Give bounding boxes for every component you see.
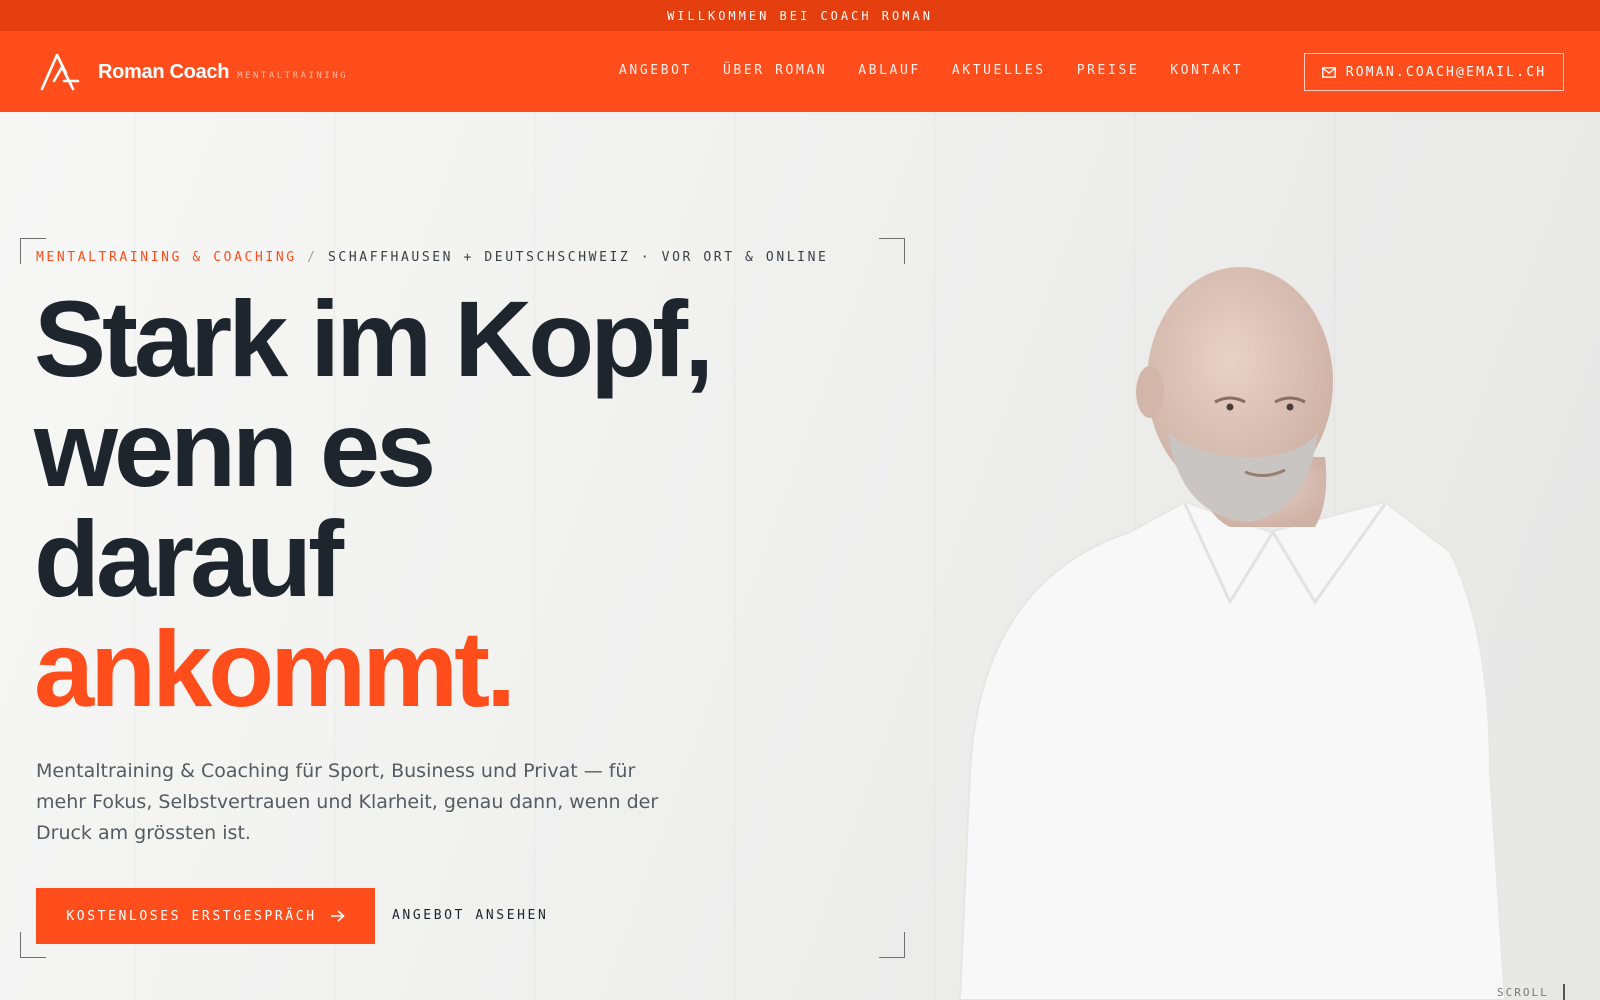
email-button[interactable]: ROMAN.COACH@EMAIL.CH xyxy=(1304,53,1564,91)
nav-menu: ANGEBOT ÜBER ROMAN ABLAUF AKTUELLES PREI… xyxy=(619,63,1274,78)
view-offer-link[interactable]: ANGEBOT ANSEHEN xyxy=(392,908,548,923)
nav-item-angebot[interactable]: ANGEBOT xyxy=(619,63,692,78)
kicker-secondary: SCHAFFHAUSEN + DEUTSCHSCHWEIZ · VOR ORT … xyxy=(327,250,829,265)
free-consultation-button[interactable]: KOSTENLOSES ERSTGESPRÄCH xyxy=(36,888,375,944)
nav-item-preise[interactable]: PREISE xyxy=(1077,63,1140,78)
kicker-separator: / xyxy=(307,250,318,265)
nav-item-aktuelles[interactable]: AKTUELLES xyxy=(952,63,1046,78)
brand-name: Roman Coach xyxy=(98,60,230,83)
logo[interactable]: Roman Coach MENTALTRAINING xyxy=(40,51,348,93)
logo-mark-icon xyxy=(40,53,80,91)
brand-tagline: MENTALTRAINING xyxy=(237,71,349,81)
scroll-indicator-label[interactable]: SCROLL xyxy=(1497,986,1549,999)
nav-item-kontakt[interactable]: KONTAKT xyxy=(1170,63,1243,78)
email-button-label: ROMAN.COACH@EMAIL.CH xyxy=(1345,64,1547,80)
headline-accent: ankommt. xyxy=(34,608,516,729)
headline-line-3: darauf xyxy=(34,498,344,619)
hero-kicker: MENTALTRAINING & COACHING / SCHAFFHAUSEN… xyxy=(36,250,828,265)
main-navigation: Roman Coach MENTALTRAINING ANGEBOT ÜBER … xyxy=(0,31,1600,112)
scroll-indicator-line xyxy=(1563,984,1565,1000)
mail-icon xyxy=(1321,66,1336,78)
frame-corner-top-right xyxy=(879,238,905,264)
kicker-primary: MENTALTRAINING & COACHING xyxy=(36,250,297,265)
nav-item-ablauf[interactable]: ABLAUF xyxy=(858,63,921,78)
headline-line-1: Stark im Kopf, xyxy=(34,278,714,399)
frame-corner-bottom-right xyxy=(879,932,905,958)
nav-item-ueber-roman[interactable]: ÜBER ROMAN xyxy=(723,63,827,78)
announcement-text: WILLKOMMEN BEI COACH ROMAN xyxy=(667,8,933,23)
hero-headline: Stark im Kopf, wenn es darauf ankommt. xyxy=(34,278,714,729)
grid-line xyxy=(734,112,735,1000)
announcement-bar: WILLKOMMEN BEI COACH ROMAN xyxy=(0,0,1600,31)
headline-line-2: wenn es xyxy=(34,388,436,509)
coach-portrait xyxy=(958,267,1507,1000)
hero-section: MENTALTRAINING & COACHING / SCHAFFHAUSEN… xyxy=(0,112,1600,1000)
cta-primary-label: KOSTENLOSES ERSTGESPRÄCH xyxy=(66,908,317,924)
hero-lead-text: Mentaltraining & Coaching für Sport, Bus… xyxy=(36,760,659,844)
arrow-right-icon xyxy=(330,910,345,922)
